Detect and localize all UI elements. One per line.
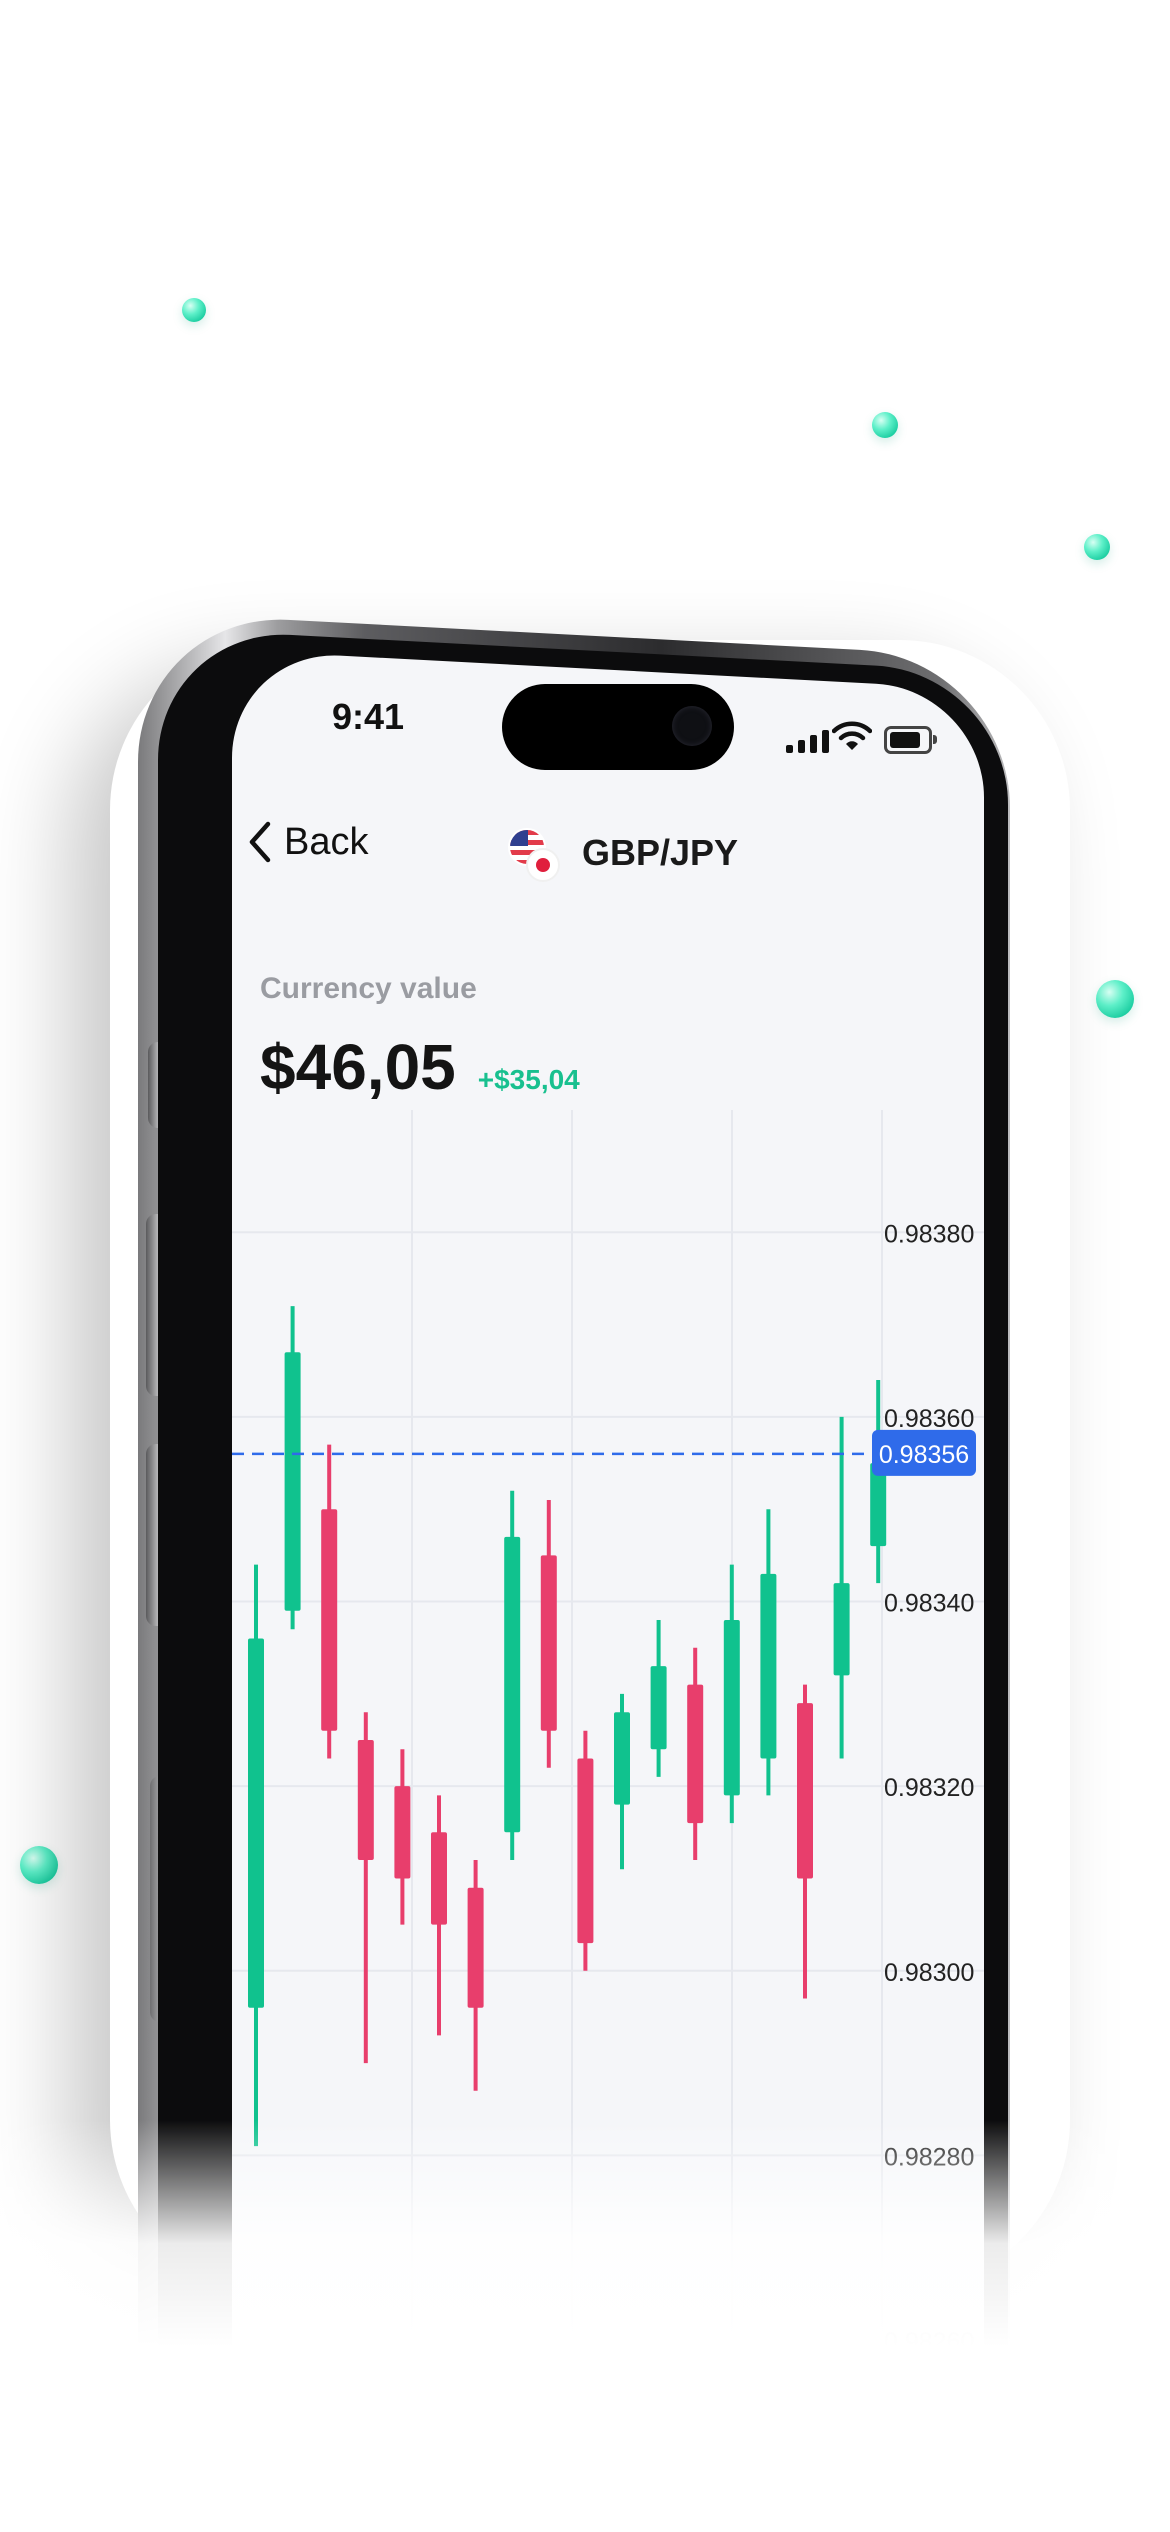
candle-body: [357, 1740, 374, 1860]
candle-up: [723, 1564, 740, 1824]
decor-dot: [1096, 980, 1134, 1018]
back-button[interactable]: Back: [246, 820, 368, 864]
pair-title: GBP/JPY: [582, 832, 739, 873]
candle-body: [760, 1573, 777, 1759]
candles: [248, 1306, 887, 2147]
candle-down: [577, 1730, 594, 1971]
candle-body: [504, 1536, 521, 1833]
y-tick-label: 0.98380: [884, 1220, 974, 1248]
candle-body: [614, 1712, 630, 1805]
y-tick-label: 0.98300: [884, 1959, 974, 1987]
price-row: $46,05 +$35,04: [260, 1030, 580, 1104]
cellular-signal-icon: [786, 730, 829, 753]
candle-body: [321, 1509, 338, 1731]
candle-up: [614, 1693, 630, 1870]
japan-flag-icon: [526, 848, 560, 882]
candle-body: [431, 1832, 447, 1925]
currency-flags: [508, 828, 560, 882]
candle-body: [394, 1786, 411, 1879]
candle-up: [833, 1416, 850, 1759]
candle-down: [321, 1444, 338, 1759]
candle-body: [723, 1620, 740, 1796]
candle-down: [797, 1684, 813, 1999]
candle-down: [540, 1500, 557, 1768]
candle-body: [797, 1703, 813, 1879]
y-tick-label: 0.98340: [884, 1590, 974, 1618]
pair-header: GBP/JPY: [508, 828, 739, 882]
decor-dot: [182, 298, 206, 322]
candle-body: [467, 1887, 484, 2008]
candle-body: [687, 1684, 704, 1824]
dynamic-island: [502, 684, 734, 770]
candle-down: [431, 1795, 447, 2036]
value-change: +$35,04: [477, 1064, 580, 1095]
candle-up: [248, 1564, 264, 2147]
candle-up: [760, 1509, 777, 1796]
candle-body: [248, 1638, 264, 2008]
candle-body: [284, 1352, 301, 1611]
status-time: 9:41: [332, 696, 405, 737]
candle-body: [650, 1666, 667, 1750]
currency-value-label: Currency value: [260, 972, 477, 1005]
decor-dot: [872, 412, 898, 438]
candle-down: [357, 1712, 374, 2064]
decor-dot: [1084, 534, 1110, 560]
currency-value: $46,05: [260, 1031, 456, 1103]
current-price-marker: 0.98356: [232, 1429, 976, 1476]
candle-up: [284, 1306, 301, 1630]
candle-up: [650, 1620, 667, 1777]
candle-body: [577, 1758, 594, 1944]
bottom-fade: [0, 2120, 1170, 2532]
candle-down: [394, 1749, 411, 1925]
wifi-icon: [832, 721, 872, 750]
y-tick-label: 0.98320: [884, 1774, 974, 1802]
camera-icon: [672, 706, 712, 746]
candle-body: [540, 1555, 557, 1731]
candle-up: [504, 1490, 521, 1860]
candle-down: [467, 1860, 484, 2091]
battery-icon: [884, 726, 932, 754]
back-label: Back: [284, 820, 369, 863]
y-tick-label: 0.98360: [884, 1405, 974, 1433]
candle-down: [687, 1647, 704, 1860]
chevron-left-icon: [249, 821, 271, 863]
decor-dot: [20, 1846, 58, 1884]
candle-body: [833, 1583, 850, 1676]
current-price-label: 0.98356: [879, 1441, 969, 1469]
